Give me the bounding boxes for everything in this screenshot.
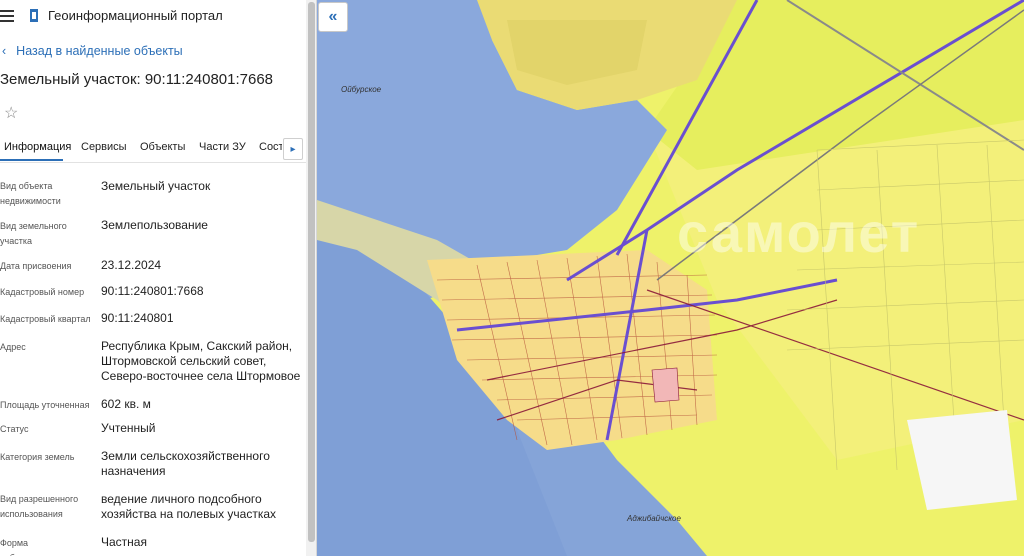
field-label: Вид объекта недвижимости [0, 181, 61, 206]
field-label: Статус [0, 424, 29, 434]
back-link-label: Назад в найденные объекты [16, 44, 183, 58]
back-to-results-link[interactable]: ‹ Назад в найденные объекты [2, 44, 183, 58]
tab-services[interactable]: Сервисы [81, 141, 127, 153]
portal-logo-icon [30, 9, 38, 22]
field-value: Учтенный [101, 421, 156, 435]
portal-title: Геоинформационный портал [48, 8, 223, 23]
field-label: Вид разрешенного использования [0, 494, 79, 519]
field-value: 90:11:240801:7668 [101, 284, 204, 298]
object-info-panel: Геоинформационный портал ‹ Назад в найден… [0, 0, 317, 556]
field-label: Категория земель [0, 452, 75, 462]
map-canvas [317, 0, 1024, 556]
field-value: ведение личного подсобного хозяйства на … [101, 492, 277, 521]
map-label-south: Аджибайчское [627, 514, 681, 523]
map-label-lake: Ойбурское [341, 85, 382, 94]
field-label: Дата присвоения [0, 261, 72, 271]
tab-composition[interactable]: Состав [259, 141, 282, 153]
field-label: Адрес [0, 342, 26, 352]
top-bar: Геоинформационный портал [0, 0, 316, 32]
collapse-panel-button[interactable]: « [318, 2, 348, 32]
tab-objects[interactable]: Объекты [140, 141, 185, 153]
field-label: Вид земельного участка [0, 221, 67, 246]
tabs-scroll-right-icon[interactable]: ▸ [283, 138, 303, 160]
field-label: Площадь уточненная [0, 400, 90, 410]
field-label: Кадастровый номер [0, 287, 85, 297]
field-value: 23.12.2024 [101, 258, 162, 272]
field-value: 602 кв. м [101, 397, 151, 411]
star-icon[interactable]: ☆ [4, 103, 18, 123]
field-label: Форма собственности [0, 538, 62, 556]
active-tab-indicator [0, 159, 63, 161]
field-value: Земли сельскохозяйственного назначения [101, 449, 270, 478]
field-value: Республика Крым, Сакский район, Штормовс… [101, 339, 301, 383]
chevron-left-icon: ‹ [2, 44, 7, 58]
double-chevron-left-icon: « [328, 8, 338, 25]
tab-parts[interactable]: Части ЗУ [199, 141, 246, 153]
watermark-text: самолет [677, 201, 921, 264]
field-label: Кадастровый квартал [0, 314, 91, 324]
panel-scrollbar-thumb[interactable] [308, 2, 315, 542]
page-title: Земельный участок: 90:11:240801:7668 [0, 71, 274, 88]
field-value: Частная [101, 535, 147, 549]
tab-information[interactable]: Информация [4, 141, 71, 153]
hamburger-icon[interactable] [0, 10, 14, 22]
tab-bar: Информация Сервисы Объекты Части ЗУ Сост… [0, 134, 308, 163]
field-value: Земельный участок [101, 179, 211, 193]
field-value: Землепользование [101, 218, 208, 232]
cadastral-map[interactable]: Ойбурское Аджибайчское самолет [317, 0, 1024, 556]
field-value: 90:11:240801 [101, 311, 174, 325]
